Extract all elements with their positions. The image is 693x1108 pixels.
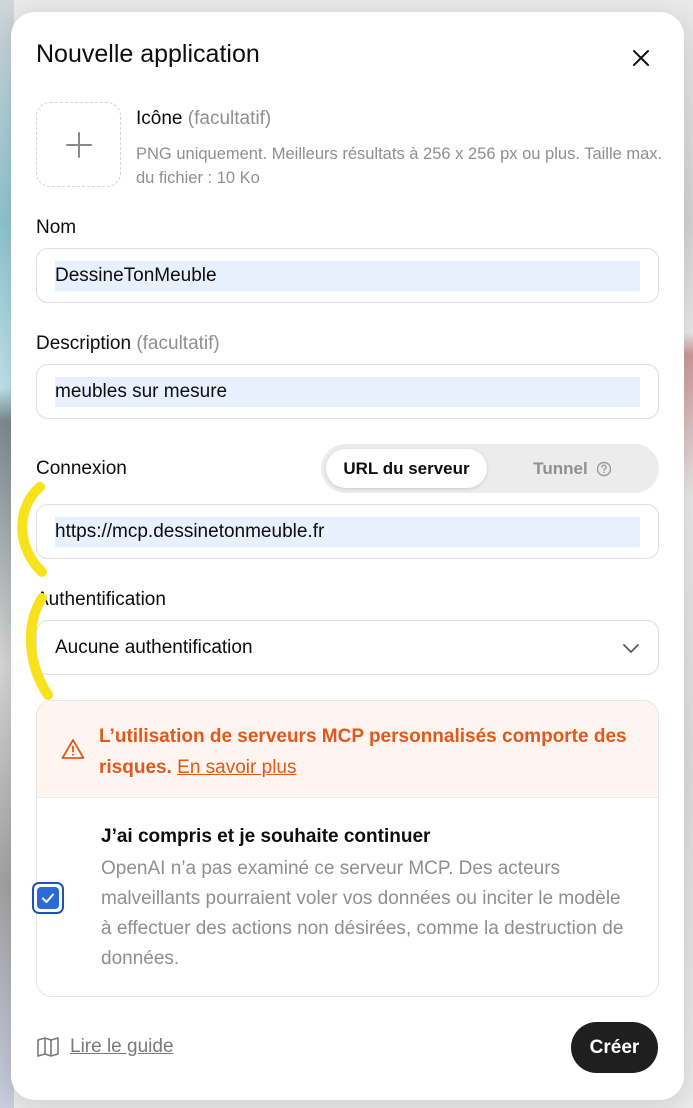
- close-button[interactable]: [625, 42, 657, 74]
- connection-type-toggle: URL du serveur Tunnel: [321, 444, 659, 493]
- connection-label: Connexion: [36, 458, 127, 479]
- name-input[interactable]: DessineTonMeuble: [36, 248, 659, 303]
- close-icon: [633, 50, 649, 66]
- description-input-value: meubles sur mesure: [55, 376, 640, 407]
- dialog-title: Nouvelle application: [36, 40, 260, 68]
- learn-more-link[interactable]: En savoir plus: [177, 757, 296, 778]
- new-application-dialog: Nouvelle application Icône (facultatif) …: [11, 12, 684, 1100]
- warning-triangle-icon: [61, 739, 85, 759]
- icon-help-text: PNG uniquement. Meilleurs résultats à 25…: [136, 145, 663, 187]
- name-label: Nom: [36, 217, 77, 238]
- chevron-down-icon: [623, 643, 639, 653]
- risk-warning-text: L’utilisation de serveurs MCP personnali…: [99, 721, 639, 783]
- description-label-text: Description: [36, 333, 132, 354]
- icon-upload-button[interactable]: [36, 102, 121, 187]
- tab-tunnel[interactable]: Tunnel: [491, 449, 654, 488]
- create-button[interactable]: Créer: [571, 1022, 658, 1073]
- server-url-input[interactable]: https://mcp.dessinetonmeuble.fr: [36, 504, 659, 559]
- checkbox-fill: [37, 887, 59, 909]
- tab-server-url[interactable]: URL du serveur: [326, 449, 487, 488]
- authentication-select[interactable]: Aucune authentification: [36, 620, 659, 675]
- risk-warning-header: L’utilisation de serveurs MCP personnali…: [37, 701, 658, 798]
- authentication-selected-value: Aucune authentification: [55, 636, 253, 658]
- icon-optional-tag: (facultatif): [187, 108, 272, 129]
- read-guide-link[interactable]: Lire le guide: [36, 1036, 174, 1058]
- icon-field-label: Icône (facultatif): [136, 108, 271, 130]
- book-icon: [37, 1037, 59, 1057]
- plus-icon: [65, 131, 92, 158]
- tab-tunnel-label: Tunnel: [533, 458, 588, 478]
- checkmark-icon: [42, 893, 54, 903]
- icon-label-text: Icône: [136, 108, 183, 129]
- description-input[interactable]: meubles sur mesure: [36, 364, 659, 419]
- help-circle-icon[interactable]: [596, 461, 612, 477]
- acknowledge-description: OpenAI n’a pas examiné ce serveur MCP. D…: [101, 858, 624, 969]
- description-label: Description (facultatif): [36, 333, 220, 355]
- description-optional-tag: (facultatif): [136, 333, 220, 354]
- acknowledge-title: J’ai compris et je souhaite continuer: [101, 826, 431, 847]
- acknowledge-checkbox[interactable]: [32, 882, 64, 914]
- server-url-value: https://mcp.dessinetonmeuble.fr: [55, 516, 640, 547]
- name-input-value: DessineTonMeuble: [55, 260, 640, 291]
- read-guide-label: Lire le guide: [70, 1036, 174, 1057]
- authentication-label: Authentification: [36, 589, 166, 610]
